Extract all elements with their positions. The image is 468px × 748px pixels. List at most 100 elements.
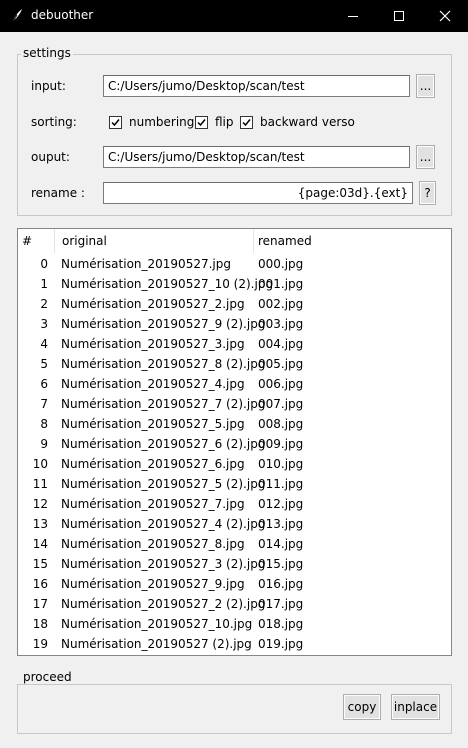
row-renamed-name: 015.jpg [258,557,304,571]
input-browse-button[interactable]: ... [416,74,435,98]
table-row[interactable]: 13 Numérisation_20190527_4 (2).jpg 013.jpg [18,514,451,534]
column-header-original[interactable]: original [58,229,254,253]
row-index: 5 [40,357,48,371]
table-row[interactable]: 2 Numérisation_20190527_2.jpg 002.jpg [18,294,451,314]
row-renamed-name: 003.jpg [258,317,304,331]
table-row[interactable]: 14 Numérisation_20190527_8.jpg 014.jpg [18,534,451,554]
numbering-checkbox[interactable]: numbering [109,115,194,129]
row-renamed-name: 010.jpg [258,457,304,471]
row-original-name: Numérisation_20190527_6.jpg [61,457,245,471]
proceed-frame [17,684,452,734]
row-renamed-name: 014.jpg [258,537,304,551]
table-row[interactable]: 3 Numérisation_20190527_9 (2).jpg 003.jpg [18,314,451,334]
settings-legend: settings [21,46,73,60]
proceed-legend: proceed [21,670,74,684]
table-row[interactable]: 7 Numérisation_20190527_7 (2).jpg 007.jpg [18,394,451,414]
row-index: 13 [32,517,48,531]
row-index: 11 [32,477,48,491]
table-row[interactable]: 18 Numérisation_20190527_10.jpg 018.jpg [18,614,451,634]
table-row[interactable]: 19 Numérisation_20190527 (2).jpg 019.jpg [18,634,451,654]
checkmark-icon [195,115,208,129]
row-renamed-name: 017.jpg [258,597,304,611]
row-original-name: Numérisation_20190527_7 (2).jpg [61,397,266,411]
minimize-button[interactable] [330,0,376,32]
row-renamed-name: 016.jpg [258,577,304,591]
feather-icon [10,8,24,24]
row-renamed-name: 013.jpg [258,517,304,531]
row-original-name: Numérisation_20190527 (2).jpg [61,637,252,651]
maximize-button[interactable] [376,0,422,32]
table-row[interactable]: 6 Numérisation_20190527_4.jpg 006.jpg [18,374,451,394]
table-row[interactable]: 0 Numérisation_20190527.jpg 000.jpg [18,254,451,274]
table-row[interactable]: 12 Numérisation_20190527_7.jpg 012.jpg [18,494,451,514]
row-index: 7 [40,397,48,411]
row-original-name: Numérisation_20190527_9 (2).jpg [61,317,266,331]
row-renamed-name: 012.jpg [258,497,304,511]
backward-verso-checkbox[interactable]: backward verso [240,115,355,129]
maximize-icon [394,11,404,21]
sorting-label: sorting: [31,115,77,129]
close-button[interactable] [422,0,468,32]
table-row[interactable]: 1 Numérisation_20190527_10 (2).jpg 001.jpg [18,274,451,294]
row-index: 2 [40,297,48,311]
row-renamed-name: 007.jpg [258,397,304,411]
row-original-name: Numérisation_20190527_3.jpg [61,337,245,351]
table-row[interactable]: 15 Numérisation_20190527_3 (2).jpg 015.jpg [18,554,451,574]
row-original-name: Numérisation_20190527_10 (2).jpg [61,277,274,291]
row-renamed-name: 004.jpg [258,337,304,351]
row-index: 15 [32,557,48,571]
row-original-name: Numérisation_20190527_7.jpg [61,497,245,511]
app-window: debuother settings input: C:/Users/jumo/… [0,0,468,748]
row-renamed-name: 011.jpg [258,477,304,491]
row-renamed-name: 005.jpg [258,357,304,371]
row-original-name: Numérisation_20190527_5.jpg [61,417,245,431]
row-original-name: Numérisation_20190527.jpg [61,257,231,271]
row-original-name: Numérisation_20190527_4 (2).jpg [61,517,266,531]
row-original-name: Numérisation_20190527_4.jpg [61,377,245,391]
file-table[interactable]: # original renamed 0 Numérisation_2019052… [17,228,452,656]
output-browse-button[interactable]: ... [416,145,435,169]
backward-verso-label: backward verso [260,115,355,129]
table-row[interactable]: 10 Numérisation_20190527_6.jpg 010.jpg [18,454,451,474]
close-icon [439,10,451,22]
window-title: debuother [31,8,94,22]
row-index: 1 [40,277,48,291]
row-renamed-name: 001.jpg [258,277,304,291]
row-index: 17 [32,597,48,611]
table-row[interactable]: 11 Numérisation_20190527_5 (2).jpg 011.jpg [18,474,451,494]
column-header-index[interactable]: # [18,229,55,253]
output-path-field[interactable]: C:/Users/jumo/Desktop/scan/test [103,146,410,168]
rename-help-button[interactable]: ? [419,181,436,205]
flip-label: flip [215,115,234,129]
row-original-name: Numérisation_20190527_6 (2).jpg [61,437,266,451]
table-row[interactable]: 17 Numérisation_20190527_2 (2).jpg 017.jpg [18,594,451,614]
checkmark-icon [109,115,122,129]
rename-pattern-field[interactable]: {page:03d}.{ext} [103,182,413,204]
row-original-name: Numérisation_20190527_5 (2).jpg [61,477,266,491]
copy-button[interactable]: copy [343,694,381,720]
table-row[interactable]: 16 Numérisation_20190527_9.jpg 016.jpg [18,574,451,594]
rename-label: rename : [31,186,85,200]
row-index: 0 [40,257,48,271]
input-path-field[interactable]: C:/Users/jumo/Desktop/scan/test [103,75,410,97]
row-index: 3 [40,317,48,331]
row-original-name: Numérisation_20190527_3 (2).jpg [61,557,266,571]
table-row[interactable]: 9 Numérisation_20190527_6 (2).jpg 009.jpg [18,434,451,454]
column-header-renamed[interactable]: renamed [254,229,451,253]
row-index: 8 [40,417,48,431]
row-index: 10 [32,457,48,471]
inplace-button[interactable]: inplace [391,694,440,720]
title-bar[interactable]: debuother [0,0,468,32]
row-original-name: Numérisation_20190527_2 (2).jpg [61,597,266,611]
row-original-name: Numérisation_20190527_2.jpg [61,297,245,311]
table-row[interactable]: 5 Numérisation_20190527_8 (2).jpg 005.jpg [18,354,451,374]
row-original-name: Numérisation_20190527_8 (2).jpg [61,357,266,371]
row-original-name: Numérisation_20190527_9.jpg [61,577,245,591]
flip-checkbox[interactable]: flip [195,115,234,129]
row-renamed-name: 000.jpg [258,257,304,271]
row-renamed-name: 009.jpg [258,437,304,451]
table-header: # original renamed [18,229,451,253]
table-row[interactable]: 8 Numérisation_20190527_5.jpg 008.jpg [18,414,451,434]
table-row[interactable]: 4 Numérisation_20190527_3.jpg 004.jpg [18,334,451,354]
row-index: 9 [40,437,48,451]
